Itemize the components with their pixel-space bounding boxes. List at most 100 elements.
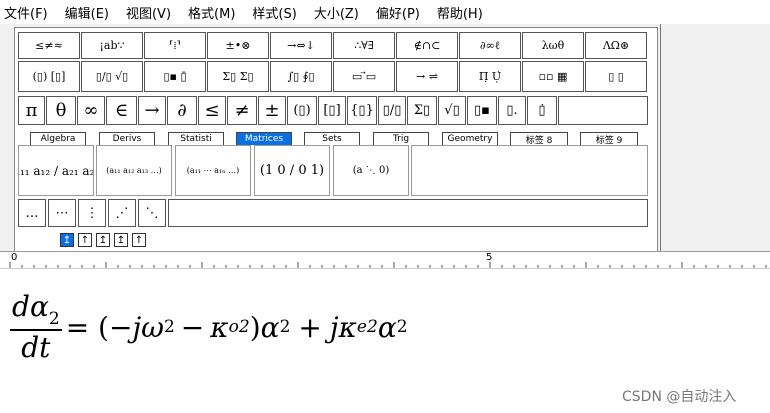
identity-matrix-template[interactable]: (1 0 / 0 1) [254, 145, 330, 196]
eq-omega-sub: 2 [163, 317, 175, 337]
eq-open: = (− [65, 310, 133, 344]
superscript-button[interactable]: ▯▪ [467, 96, 497, 125]
divider [660, 24, 661, 254]
tab-statistics[interactable]: Statisti [168, 132, 224, 145]
braces-button[interactable]: {▯} [347, 96, 377, 125]
eq-minus: − [180, 310, 205, 344]
diagonal-up-ellipsis-button[interactable]: ⋰ [108, 199, 136, 227]
diagonal-down-ellipsis-button[interactable]: ⋱ [138, 199, 166, 227]
embellishments-palette-button[interactable]: ⸢⁞⸣ [144, 32, 206, 59]
theta-button[interactable]: θ [46, 96, 76, 125]
menu-view[interactable]: 视图(V) [126, 3, 171, 22]
labeled-arrows-palette-button[interactable]: → ⇌ [396, 61, 458, 92]
matrix-empty-slot[interactable] [411, 145, 648, 196]
menu-file[interactable]: 文件(F) [4, 3, 48, 22]
eq-kappa: κ [210, 310, 229, 344]
menu-help[interactable]: 帮助(H) [437, 3, 483, 22]
eq-kappa2-sub: e2 [356, 317, 378, 337]
dots-empty-slot[interactable] [168, 199, 648, 227]
matrix-nxn-template[interactable]: (a₁₁ ⋯ a₁ₙ …) [175, 145, 251, 196]
fraction-numerator: dα2 [10, 290, 62, 331]
parentheses-button[interactable]: (▯) [287, 96, 317, 125]
ruler-label-5: 5 [486, 252, 493, 263]
fraction-denominator: dt [21, 331, 51, 364]
set-theory-palette-button[interactable]: ∉∩⊂ [396, 32, 458, 59]
integrals-palette-button[interactable]: ∫▯ ∮▯ [270, 61, 332, 92]
summation-button[interactable]: Σ▯ [407, 96, 437, 125]
tab-derivs[interactable]: Derivs [99, 132, 155, 145]
eq-omega: ω [141, 310, 164, 344]
align-mid-icon[interactable]: ↥ [96, 233, 110, 247]
align-baseline-icon[interactable]: ↥ [114, 233, 128, 247]
matrix-3x3-template[interactable]: (a₁₁ a₁₂ a₁₃ …) [96, 145, 172, 196]
tab-sets[interactable]: Sets [304, 132, 360, 145]
small-bar-empty-slot[interactable] [558, 96, 648, 125]
menu-bar: 文件(F) 编辑(E) 视图(V) 格式(M) 样式(S) 大小(Z) 偏好(P… [0, 0, 770, 24]
less-equal-button[interactable]: ≤ [198, 96, 226, 125]
align-down-icon[interactable]: ↑ [132, 233, 146, 247]
arrows-palette-button[interactable]: →⇔↓ [270, 32, 332, 59]
plus-minus-button[interactable]: ± [258, 96, 286, 125]
greek-upper-palette-button[interactable]: ΛΩ⊛ [585, 32, 647, 59]
partial-button[interactable]: ∂ [167, 96, 197, 125]
bars-palette-button[interactable]: ▭ ⃗▭ [333, 61, 395, 92]
vertical-ellipsis-button[interactable]: ⋮ [78, 199, 106, 227]
logic-palette-button[interactable]: ∴∀∃ [333, 32, 395, 59]
diagonal-matrix-template[interactable]: (a ⋱ 0) [333, 145, 409, 196]
eq-plus: + [298, 310, 322, 344]
spaces-palette-button[interactable]: ¡ab∵ [81, 32, 143, 59]
sqrt-button[interactable]: √▯ [438, 96, 466, 125]
boxes-palette-button[interactable]: ▯ ▯ [585, 61, 647, 92]
sub-superscript-button[interactable]: ▯̇ [527, 96, 557, 125]
align-top-icon[interactable]: ↥ [60, 233, 74, 247]
subscript-button[interactable]: ▯. [498, 96, 526, 125]
tab-8[interactable]: 标签 8 [510, 132, 568, 145]
eq-alpha1: α [260, 310, 280, 344]
ruler-label-0: 0 [11, 252, 18, 263]
pi-button[interactable]: π [18, 96, 45, 125]
relations-palette-button[interactable]: ≤≠≈ [18, 32, 80, 59]
eq-j: j [132, 310, 142, 344]
infinity-button[interactable]: ∞ [77, 96, 105, 125]
derivative-fraction: dα2 dt [10, 290, 62, 364]
menu-size[interactable]: 大小(Z) [314, 3, 359, 22]
ellipsis-center-button[interactable]: ⋯ [48, 199, 76, 227]
tab-geometry[interactable]: Geometry [442, 132, 498, 145]
misc-symbols-palette-button[interactable]: ∂∞ℓ [459, 32, 521, 59]
menu-edit[interactable]: 编辑(E) [65, 3, 109, 22]
eq-j2: j [329, 310, 339, 344]
num-alpha: α [29, 290, 49, 323]
brackets-button[interactable]: [▯] [318, 96, 346, 125]
summations-palette-button[interactable]: Σ▯ Σ▯ [207, 61, 269, 92]
num-d: d [12, 290, 30, 323]
fraction-button[interactable]: ▯/▯ [378, 96, 406, 125]
align-up-icon[interactable]: ↑ [78, 233, 92, 247]
toolbar-area: ≤≠≈ ¡ab∵ ⸢⁞⸣ ±•⊗ →⇔↓ ∴∀∃ ∉∩⊂ ∂∞ℓ λωθ ΛΩ⊛… [0, 24, 770, 254]
menu-style[interactable]: 样式(S) [252, 3, 296, 22]
ruler[interactable]: 0 5 [0, 251, 770, 269]
eq-close: ) [249, 310, 261, 344]
element-of-button[interactable]: ∈ [106, 96, 137, 125]
ellipsis-baseline-button[interactable]: … [18, 199, 46, 227]
menu-format[interactable]: 格式(M) [188, 3, 235, 22]
eq-alpha1-sub: 2 [279, 317, 291, 337]
matrix-2x2-template[interactable]: (a₁₁ a₁₂ / a₂₁ a₂₂) [18, 145, 94, 196]
equation[interactable]: dα2 dt = (− j ω 2 − κ o2 ) α 2 + j κ e2 … [10, 290, 408, 364]
menu-preferences[interactable]: 偏好(P) [376, 3, 420, 22]
tab-9[interactable]: 标签 9 [580, 132, 638, 145]
right-arrow-button[interactable]: → [138, 96, 166, 125]
subscripts-palette-button[interactable]: ▯▪ ▯̄ [144, 61, 206, 92]
greek-lower-palette-button[interactable]: λωθ [522, 32, 584, 59]
products-palette-button[interactable]: Π̣ Ụ̇ [459, 61, 521, 92]
watermark: CSDN @自动注入 [622, 389, 737, 405]
tab-matrices[interactable]: Matrices [236, 132, 292, 145]
eq-kappa2: κ [338, 310, 357, 344]
ruler-ticks [9, 262, 767, 268]
operators-palette-button[interactable]: ±•⊗ [207, 32, 269, 59]
fractions-radicals-palette-button[interactable]: ▯/▯ √▯ [81, 61, 143, 92]
tab-algebra[interactable]: Algebra [30, 132, 86, 145]
tab-trig[interactable]: Trig [373, 132, 429, 145]
fences-palette-button[interactable]: (▯) [▯] [18, 61, 80, 92]
not-equal-button[interactable]: ≠ [227, 96, 257, 125]
matrices-palette-button[interactable]: ▫▫ ▦ [522, 61, 584, 92]
